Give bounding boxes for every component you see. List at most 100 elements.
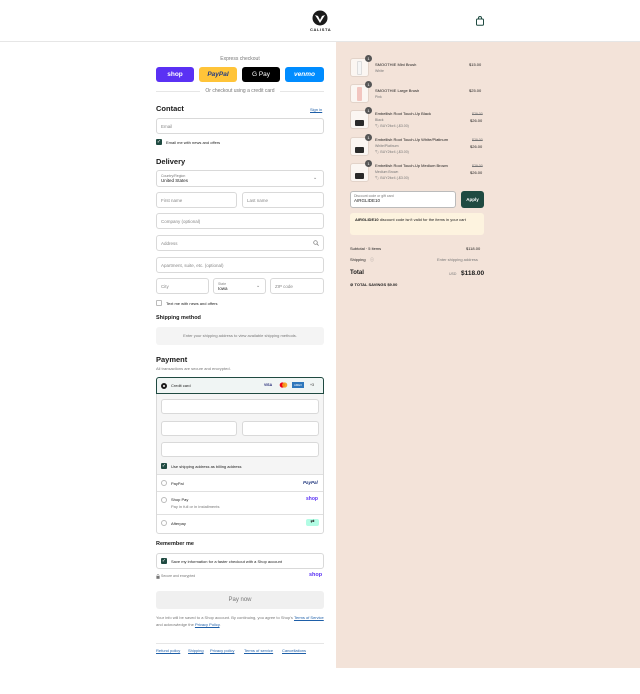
quantity-badge: 1 [365,55,372,62]
privacy-link[interactable]: Privacy policy [210,648,234,653]
item-discount: 🏷 BUY2for4 (-$3.00) [375,150,409,154]
apartment-field[interactable]: Apartment, suite, etc. (optional) [156,257,324,273]
subtotal-label: Subtotal · 5 items [350,246,382,251]
item-discount: 🏷 BUY2for4 (-$3.00) [375,176,409,180]
afterpay-radio[interactable] [161,520,167,526]
address-field[interactable]: Address [156,235,324,251]
country-select[interactable]: Country/Region United States [156,170,324,187]
pay-now-button[interactable]: Pay now [156,591,324,609]
lock-icon [156,574,160,579]
discount-text: BUY2for4 (-$3.00) [380,176,409,180]
currency-label: USD [449,272,457,276]
info-icon[interactable]: ⓘ [370,257,374,263]
item-variant: Pink [375,95,382,99]
quantity-badge: 1 [365,134,372,141]
item-price: $25.00 [469,88,482,93]
item-name: SMOOTHIE Large Brush [375,88,420,93]
credit-card-radio[interactable] [161,383,167,389]
savings-row: ⊘ TOTAL SAVINGS $9.00 [350,282,397,287]
divider [157,514,323,515]
item-name: SMOOTHIE Mini Brush [375,62,417,67]
total-label: Total [350,270,364,276]
amex-icon: AMEX [292,382,304,388]
text-me-checkbox[interactable] [156,300,162,306]
shipping-value: Enter shipping address [437,257,478,262]
refund-policy-link[interactable]: Refund policy [156,648,180,653]
card-number-field[interactable] [161,399,319,414]
credit-card-label: Credit card [171,383,191,388]
text-me-label: Text me with news and offers [166,301,218,306]
discount-code-field[interactable]: Discount code or gift card AIRGLIDE10 [350,191,456,208]
paypal-logo: PayPal [303,480,318,485]
sign-in-link[interactable]: Sign in [310,107,322,112]
item-variant: Medium Brown [375,170,399,174]
paypal-express-button[interactable]: PayPal [199,67,237,82]
brand-logo-icon [312,10,328,26]
terms-link[interactable]: Terms of service [244,648,273,653]
afterpay-label: Afterpay [171,521,186,526]
news-label: Email me with news and offers [166,140,221,145]
divider [156,643,324,644]
shop-pay-sublabel: Pay in full or in installments [171,504,220,509]
express-divider-text: Or checkout using a credit card [200,88,280,94]
item-name: Embellish Root Touch-Up Black [375,111,431,116]
subtotal-value: $118.00 [466,246,481,251]
brand-name: CALISTA [310,27,332,32]
express-checkout-title: Express checkout [220,56,260,62]
chevron-down-icon: ⌄ [256,283,261,289]
paypal-label: PayPal [171,481,184,486]
card-expiry-field[interactable] [161,421,237,436]
savings-value: $9.00 [387,282,398,287]
billing-same-checkbox[interactable]: ✓ [161,463,167,469]
apply-button[interactable]: Apply [461,191,484,208]
save-info-checkbox[interactable]: ✓ [161,558,167,564]
mastercard-icon [279,382,288,388]
afterpay-logo-icon: ⇄ [306,519,319,526]
shipping-link[interactable]: Shipping [188,648,204,653]
card-name-field[interactable] [161,442,319,457]
more-cards-badge: +3 [310,383,314,387]
shop-pay-express-button[interactable]: shop [156,67,194,82]
shop-pay-label: Shop Pay [171,497,189,502]
site-header: CALISTA [0,0,640,42]
contact-heading: Contact [156,104,184,113]
error-code: AIRGLIDE10 [355,217,379,222]
chevron-down-icon: ⌄ [313,175,318,181]
shopping-bag-icon[interactable] [475,16,485,26]
shipping-method-heading: Shipping method [156,315,201,321]
item-name: Embellish Root Touch-Up Medium Brown [375,163,448,168]
order-summary-pane [336,42,640,668]
country-value: United States [161,178,189,183]
privacy-policy-link[interactable]: Privacy Policy [195,622,220,627]
delivery-heading: Delivery [156,157,186,166]
legal-text: Your info will be saved to a Shop accoun… [156,615,324,627]
company-field[interactable]: Company (optional) [156,213,324,229]
brand-logo[interactable]: CALISTA [310,10,332,32]
item-original-price: $29.00 [472,138,483,142]
google-pay-express-button[interactable]: G Pay [242,67,280,82]
quantity-badge: 1 [365,107,372,114]
card-cvv-field[interactable] [242,421,319,436]
first-name-field[interactable]: First name [156,192,237,208]
cancellations-link[interactable]: Cancellations [282,648,306,653]
state-value: Iowa [218,285,228,291]
shop-pay-logo: shop [306,496,318,502]
item-price: $15.00 [469,62,482,67]
venmo-express-button[interactable]: venmo [285,67,324,82]
shop-pay-radio[interactable] [161,497,167,503]
zip-field[interactable]: ZIP code [270,278,324,294]
item-discount: 🏷 BUY2for4 (-$3.00) [375,124,409,128]
shipping-label: Shipping [350,257,366,262]
shop-logo: shop [309,572,323,578]
last-name-field[interactable]: Last name [242,192,324,208]
payment-heading: Payment [156,355,188,364]
city-field[interactable]: City [156,278,209,294]
news-checkbox[interactable]: ✓ [156,139,162,145]
item-variant: White [375,69,384,73]
payment-subtitle: All transactions are secure and encrypte… [156,366,231,371]
email-field[interactable]: Email [156,118,324,134]
item-name: Embellish Root Touch-Up White/Platinum [375,137,449,142]
paypal-radio[interactable] [161,480,167,486]
terms-of-service-link[interactable]: Terms of Service [294,615,324,620]
total-value: $118.00 [461,270,485,277]
